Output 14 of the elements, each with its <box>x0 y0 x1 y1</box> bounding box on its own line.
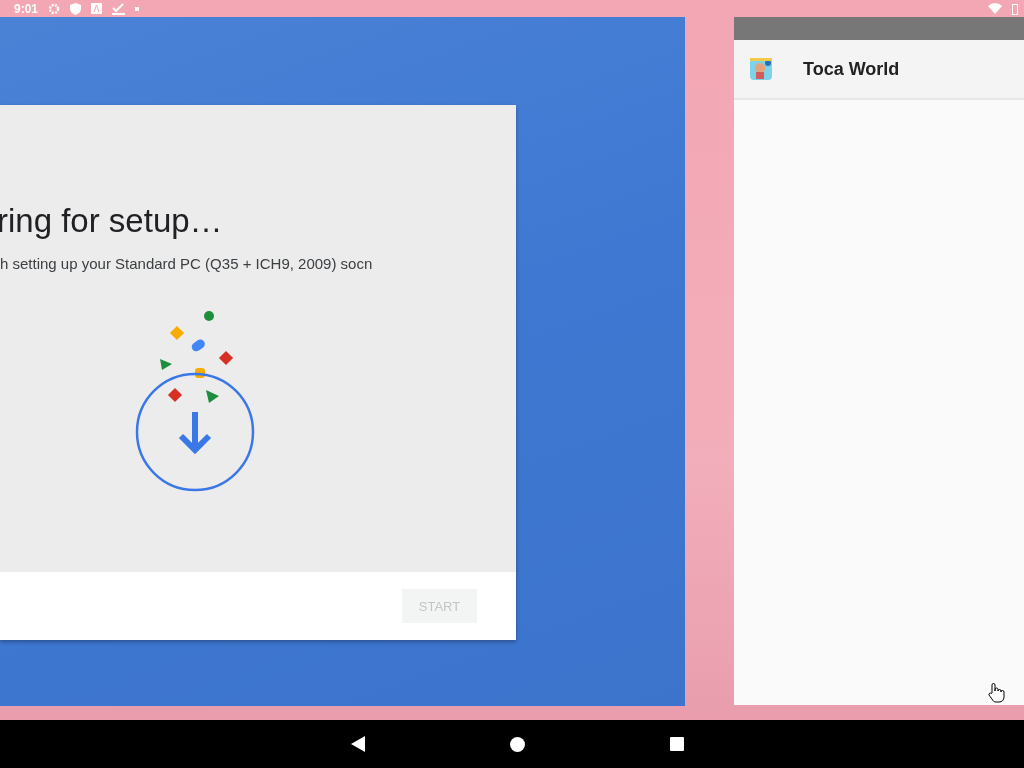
clock: 9:01 <box>14 1 39 16</box>
shield-icon <box>70 2 82 15</box>
setup-title: ring for setup… <box>0 201 224 241</box>
gear-icon <box>48 2 61 15</box>
app-title: Toca World <box>803 58 900 80</box>
check-icon <box>112 2 126 15</box>
home-icon[interactable] <box>509 736 525 752</box>
back-icon[interactable] <box>350 736 365 752</box>
recents-icon[interactable] <box>669 737 684 751</box>
battery-icon <box>1012 2 1018 15</box>
setup-subtitle: h setting up your Standard PC (Q35 + ICH9, 2009) socn <box>0 255 374 272</box>
letter-box-icon <box>91 3 103 14</box>
app-icon <box>750 58 772 80</box>
wifi-icon <box>988 3 1002 14</box>
